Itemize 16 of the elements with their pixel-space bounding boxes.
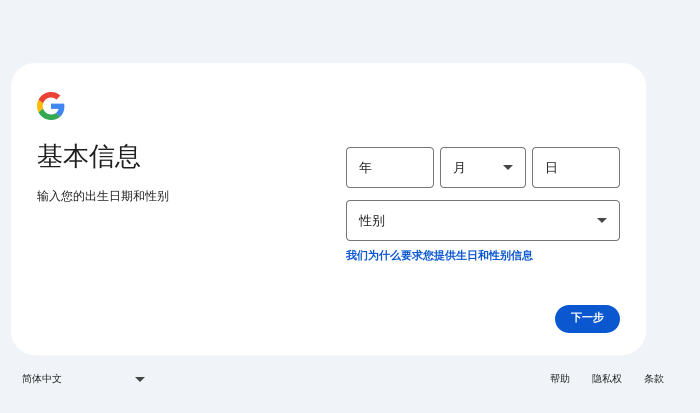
- help-link[interactable]: 我们为什么要求您提供生日和性别信息: [346, 248, 620, 264]
- input-field[interactable]: 年: [346, 147, 434, 188]
- dropdown-field[interactable]: 月: [440, 147, 526, 188]
- language-dropdown[interactable]: 简体中文: [22, 372, 145, 387]
- dropdown-field[interactable]: 性别: [346, 200, 620, 241]
- logo-icon: [37, 92, 65, 120]
- footer-link[interactable]: 条款: [644, 372, 664, 387]
- caret-icon: [597, 218, 607, 223]
- footer-link[interactable]: 帮助: [550, 372, 570, 387]
- caret-icon: [135, 377, 145, 382]
- input-field[interactable]: 日: [532, 147, 620, 188]
- next-button[interactable]: 下一步: [555, 304, 620, 332]
- page-title: 基本信息: [37, 140, 142, 172]
- caret-icon: [503, 165, 513, 170]
- subtitle: 输入您的出生日期和性别: [37, 188, 170, 204]
- footer-link[interactable]: 隐私权: [592, 372, 622, 387]
